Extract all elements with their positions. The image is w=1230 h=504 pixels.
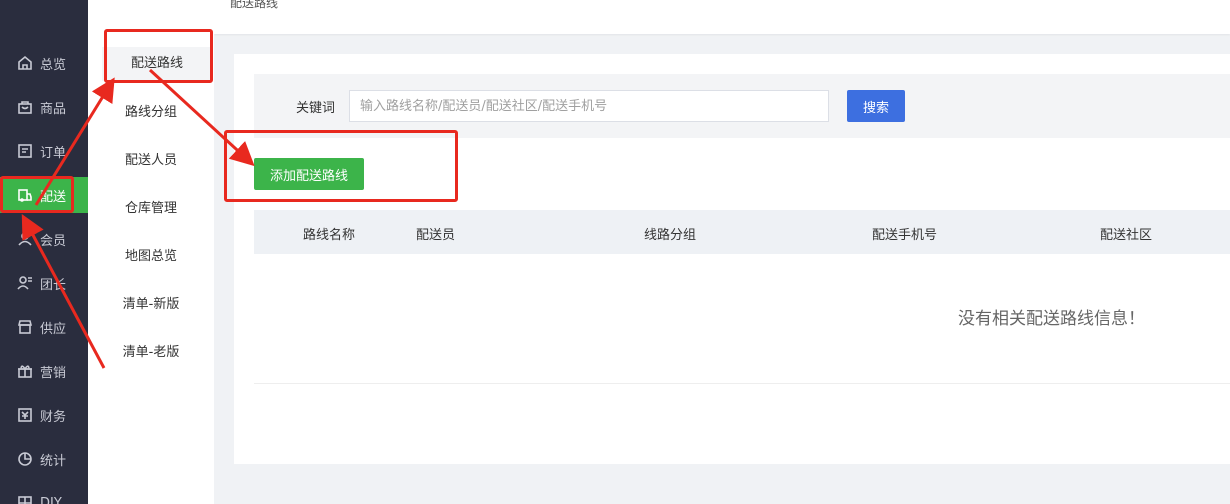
keyword-input[interactable] [349, 90, 829, 122]
empty-state-message: 没有相关配送路线信息！ [958, 309, 1145, 329]
sidebar-item-stats[interactable]: 统计 [0, 441, 88, 477]
sidebar-item-label: 财务 [40, 409, 67, 425]
shop-icon [16, 318, 34, 336]
main-sidebar: 总览 商品 订单 配送 会员 团长 供应 营销 财务 统计 DIY [0, 0, 88, 504]
sidebar-item-label: 统计 [40, 453, 67, 469]
keyword-label: 关键词 [296, 101, 336, 116]
main-card: 关键词 搜索 添加配送路线 路线名称 配送员 线路分组 配送手机号 配送社区 没… [234, 54, 1230, 464]
sidebar-item-supply[interactable]: 供应 [0, 309, 88, 345]
divider [254, 383, 1230, 384]
order-icon [16, 142, 34, 160]
submenu-item-list-new[interactable]: 清单-新版 [88, 295, 214, 315]
sidebar-item-label: 总览 [40, 57, 67, 73]
annotation-box-submenu [104, 29, 213, 83]
submenu-item-map[interactable]: 地图总览 [88, 247, 214, 267]
diy-icon [16, 494, 34, 504]
search-bar: 关键词 搜索 [254, 74, 1230, 138]
search-button[interactable]: 搜索 [847, 90, 905, 122]
sidebar-item-label: 商品 [40, 101, 67, 117]
finance-icon [16, 406, 34, 424]
annotation-box-add-button [224, 130, 458, 202]
column-header: 配送手机号 [872, 228, 938, 243]
sidebar-item-label: 营销 [40, 365, 67, 381]
submenu-item-couriers[interactable]: 配送人员 [88, 151, 214, 171]
submenu-item-route-groups[interactable]: 路线分组 [88, 103, 214, 123]
sidebar-item-goods[interactable]: 商品 [0, 89, 88, 125]
column-header: 路线名称 [303, 228, 356, 243]
sidebar-item-marketing[interactable]: 营销 [0, 353, 88, 389]
sidebar-item-leaders[interactable]: 团长 [0, 265, 88, 301]
sidebar-item-diy[interactable]: DIY [0, 485, 88, 504]
pie-icon [16, 450, 34, 468]
column-header: 线路分组 [644, 228, 697, 243]
sidebar-item-members[interactable]: 会员 [0, 221, 88, 257]
sidebar-item-label: 会员 [40, 233, 67, 249]
sidebar-item-label: DIY [40, 495, 62, 504]
breadcrumb: 配送路线 [230, 0, 279, 10]
top-bar: 配送路线 [214, 0, 1230, 34]
sidebar-item-orders[interactable]: 订单 [0, 133, 88, 169]
leader-icon [16, 274, 34, 292]
column-header: 配送社区 [1100, 228, 1153, 243]
bag-icon [16, 98, 34, 116]
table-header: 路线名称 配送员 线路分组 配送手机号 配送社区 [254, 210, 1230, 254]
home-icon [16, 54, 34, 72]
submenu-item-warehouse[interactable]: 仓库管理 [88, 199, 214, 219]
sidebar-item-label: 订单 [40, 145, 67, 161]
gift-icon [16, 362, 34, 380]
sidebar-item-label: 团长 [40, 277, 67, 293]
sidebar-item-finance[interactable]: 财务 [0, 397, 88, 433]
submenu-item-list-old[interactable]: 清单-老版 [88, 343, 214, 363]
sidebar-item-overview[interactable]: 总览 [0, 45, 88, 81]
annotation-box-sidebar [0, 176, 74, 213]
column-header: 配送员 [416, 228, 456, 243]
sidebar-item-label: 供应 [40, 321, 67, 337]
user-icon [16, 230, 34, 248]
